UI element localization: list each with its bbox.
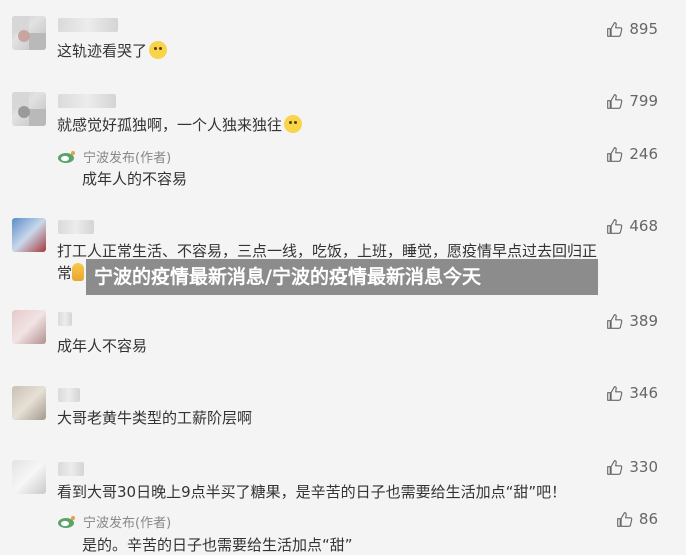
username-blurred[interactable] [58, 312, 72, 326]
like-count: 468 [629, 217, 658, 235]
like-button[interactable]: 330 [606, 458, 658, 476]
avatar[interactable] [12, 16, 46, 50]
like-count: 389 [629, 312, 658, 330]
reply-author-name: 宁波发布(作者) [83, 516, 172, 531]
username-blurred[interactable] [58, 94, 116, 108]
avatar[interactable] [12, 460, 46, 494]
like-button[interactable]: 799 [606, 92, 658, 110]
thumbs-up-icon [607, 385, 623, 401]
thumbs-up-icon [607, 21, 623, 37]
thumbs-up-icon [607, 146, 623, 162]
reply-text: 是的。辛苦的日子也需要给生活加点“甜” [82, 536, 353, 554]
avatar[interactable] [12, 310, 46, 344]
avatar[interactable] [12, 92, 46, 126]
thumbs-up-icon [607, 218, 623, 234]
username-blurred[interactable] [58, 462, 84, 476]
reply-author[interactable]: 宁波发布(作者) [57, 147, 171, 166]
like-count: 246 [629, 145, 658, 163]
avatar[interactable] [12, 386, 46, 420]
like-count: 895 [629, 20, 658, 38]
like-count: 346 [629, 384, 658, 402]
username-blurred[interactable] [58, 18, 118, 32]
thumbs-up-icon [617, 511, 633, 527]
comment-text: 看到大哥30日晚上9点半买了糖果，是辛苦的日子也需要给生活加点“甜”吧！ [57, 483, 567, 501]
username-blurred[interactable] [58, 388, 80, 402]
like-count: 330 [629, 458, 658, 476]
crying-face-icon [149, 41, 168, 59]
like-button[interactable]: 895 [606, 20, 658, 38]
reply-like-button[interactable]: 86 [616, 510, 658, 528]
comment-text: 就感觉好孤独啊，一个人独来独往 [57, 112, 626, 138]
reply-text: 成年人的不容易 [82, 170, 188, 188]
comment-text: 大哥老黄牛类型的工薪阶层啊 [57, 409, 253, 427]
comment-text: 这轨迹看哭了 [57, 38, 626, 64]
overlay-title-banner: 宁波的疫情最新消息/宁波的疫情最新消息今天 [86, 259, 598, 295]
reply-author[interactable]: 宁波发布(作者) [57, 512, 171, 531]
reply-author-name: 宁波发布(作者) [83, 151, 172, 166]
avatar[interactable] [12, 218, 46, 252]
weibo-logo-icon [58, 515, 75, 528]
pray-hands-icon [72, 263, 85, 281]
sad-face-icon [284, 115, 303, 133]
thumbs-up-icon [607, 459, 623, 475]
like-button[interactable]: 468 [606, 217, 658, 235]
weibo-logo-icon [58, 150, 75, 163]
like-button[interactable]: 389 [606, 312, 658, 330]
comment-text: 成年人不容易 [57, 337, 148, 355]
thumbs-up-icon [607, 93, 623, 109]
username-blurred[interactable] [58, 220, 94, 234]
like-count: 86 [638, 510, 658, 528]
reply-like-button[interactable]: 246 [606, 145, 658, 163]
thumbs-up-icon [607, 313, 623, 329]
like-button[interactable]: 346 [606, 384, 658, 402]
like-count: 799 [629, 92, 658, 110]
